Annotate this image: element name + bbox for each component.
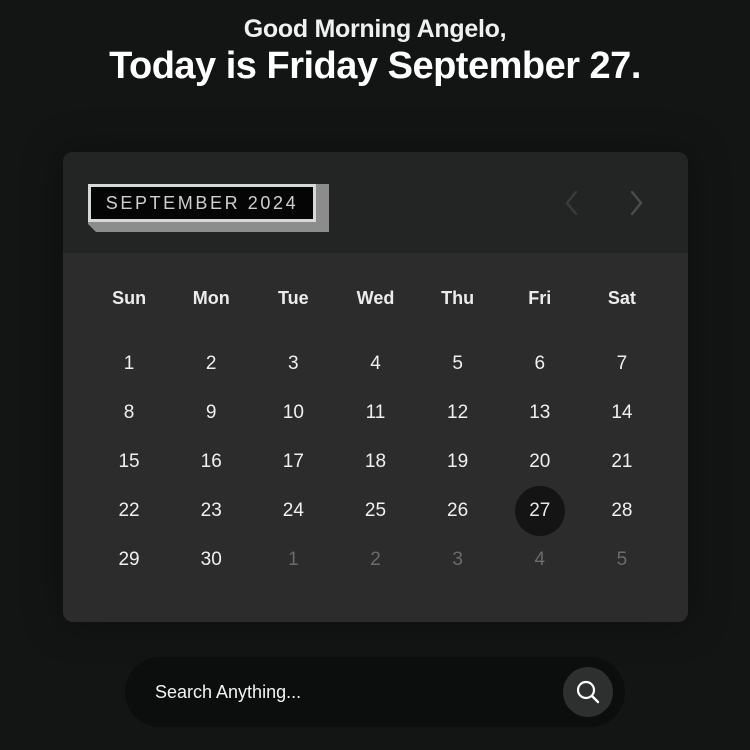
day-number: 29 bbox=[118, 548, 140, 570]
greeting-text: Good Morning Angelo, bbox=[243, 15, 507, 43]
prev-month-button[interactable] bbox=[557, 188, 587, 218]
day-number: 12 bbox=[447, 401, 469, 423]
month-label: SEPTEMBER 2024 bbox=[88, 184, 316, 222]
day-number: 17 bbox=[282, 450, 304, 472]
day-cell[interactable]: 30 bbox=[170, 535, 252, 584]
calendar: SEPTEMBER 2024 Sun Mon Tue Wed Thu Fri S… bbox=[63, 152, 688, 622]
day-number: 11 bbox=[365, 401, 386, 423]
day-cell-outside-month[interactable]: 3 bbox=[417, 535, 499, 584]
day-cell[interactable]: 1 bbox=[88, 339, 170, 388]
weekday-thu: Thu bbox=[441, 288, 475, 308]
day-cell[interactable]: 11 bbox=[334, 388, 416, 437]
day-number: 16 bbox=[200, 450, 222, 472]
today-heading: Today is Friday September 27. bbox=[109, 45, 641, 87]
day-cell[interactable]: 23 bbox=[170, 486, 252, 535]
day-cell-outside-month[interactable]: 4 bbox=[499, 535, 581, 584]
chevron-left-icon bbox=[565, 190, 578, 216]
calendar-header: SEPTEMBER 2024 bbox=[63, 152, 688, 253]
day-number: 3 bbox=[288, 352, 299, 374]
day-number: 9 bbox=[205, 401, 217, 423]
day-cell-outside-month[interactable]: 5 bbox=[581, 535, 663, 584]
day-cell[interactable]: 4 bbox=[334, 339, 416, 388]
day-number: 1 bbox=[288, 548, 299, 570]
day-number: 24 bbox=[282, 499, 304, 521]
day-number: 21 bbox=[611, 450, 633, 472]
day-number: 23 bbox=[200, 499, 222, 521]
day-number: 20 bbox=[529, 450, 551, 472]
day-cell[interactable]: 9 bbox=[170, 388, 252, 437]
day-number: 25 bbox=[364, 499, 387, 521]
day-number: 15 bbox=[118, 450, 140, 472]
day-number: 14 bbox=[611, 401, 633, 423]
day-number: 22 bbox=[118, 499, 140, 521]
day-cell[interactable]: 15 bbox=[88, 437, 170, 486]
day-cell[interactable]: 7 bbox=[581, 339, 663, 388]
day-cell[interactable]: 22 bbox=[88, 486, 170, 535]
search-input[interactable] bbox=[155, 675, 545, 709]
day-number: 2 bbox=[205, 352, 217, 374]
next-month-button[interactable] bbox=[621, 188, 651, 218]
day-cell-selected[interactable]: 27 bbox=[499, 485, 581, 536]
day-number: 7 bbox=[616, 352, 628, 374]
day-number: 8 bbox=[123, 401, 135, 423]
day-number: 5 bbox=[616, 548, 628, 570]
page: Good Morning Angelo, Today is Friday Sep… bbox=[0, 0, 750, 750]
day-cell[interactable]: 20 bbox=[499, 437, 581, 486]
day-cell[interactable]: 3 bbox=[252, 339, 334, 388]
day-cell[interactable]: 5 bbox=[417, 339, 499, 388]
day-cell[interactable]: 6 bbox=[499, 339, 581, 388]
day-number: 26 bbox=[447, 499, 469, 521]
day-number: 18 bbox=[364, 450, 387, 472]
weekday-sun: Sun bbox=[112, 288, 147, 308]
day-number: 3 bbox=[452, 548, 463, 570]
day-number: 5 bbox=[452, 352, 463, 374]
day-cell[interactable]: 26 bbox=[417, 486, 499, 535]
search-icon bbox=[576, 680, 600, 704]
day-number: 27 bbox=[514, 485, 565, 536]
weekday-wed: Wed bbox=[356, 288, 395, 308]
day-cell[interactable]: 8 bbox=[88, 388, 170, 437]
month-label-wrapper: SEPTEMBER 2024 bbox=[88, 184, 329, 232]
search-bar bbox=[125, 657, 625, 727]
day-number: 10 bbox=[282, 401, 304, 423]
day-number: 28 bbox=[611, 499, 633, 521]
day-cell[interactable]: 21 bbox=[581, 437, 663, 486]
weekday-tue: Tue bbox=[278, 288, 309, 308]
day-cell-outside-month[interactable]: 1 bbox=[252, 535, 334, 584]
day-cell[interactable]: 10 bbox=[252, 388, 334, 437]
weekday-fri: Fri bbox=[528, 288, 552, 308]
search-button[interactable] bbox=[563, 667, 613, 717]
day-grid: 1 2 3 4 5 6 7 8 9 10 11 12 13 14 15 16 17 18 19 20 21 22 23 24 2… bbox=[88, 339, 663, 584]
day-cell[interactable]: 16 bbox=[170, 437, 252, 486]
day-cell[interactable]: 17 bbox=[252, 437, 334, 486]
day-cell[interactable]: 19 bbox=[417, 437, 499, 486]
day-cell[interactable]: 25 bbox=[334, 486, 416, 535]
day-number: 19 bbox=[447, 450, 469, 472]
day-cell[interactable]: 13 bbox=[499, 388, 581, 437]
weekday-mon: Mon bbox=[192, 288, 230, 308]
weekday-header-row: Sun Mon Tue Wed Thu Fri Sat bbox=[88, 288, 663, 309]
weekday-sat: Sat bbox=[607, 288, 636, 308]
day-cell[interactable]: 28 bbox=[581, 486, 663, 535]
day-cell-outside-month[interactable]: 2 bbox=[334, 535, 416, 584]
day-cell[interactable]: 18 bbox=[334, 437, 416, 486]
day-cell[interactable]: 14 bbox=[581, 388, 663, 437]
day-number: 2 bbox=[370, 548, 381, 570]
day-number: 4 bbox=[534, 548, 546, 570]
day-cell[interactable]: 2 bbox=[170, 339, 252, 388]
day-number: 13 bbox=[529, 401, 551, 423]
day-cell[interactable]: 12 bbox=[417, 388, 499, 437]
day-number: 4 bbox=[370, 352, 381, 374]
day-number: 6 bbox=[534, 352, 546, 374]
day-number: 30 bbox=[200, 548, 222, 570]
day-number: 1 bbox=[123, 352, 135, 374]
chevron-right-icon bbox=[630, 190, 643, 216]
day-cell[interactable]: 29 bbox=[88, 535, 170, 584]
day-cell[interactable]: 24 bbox=[252, 486, 334, 535]
